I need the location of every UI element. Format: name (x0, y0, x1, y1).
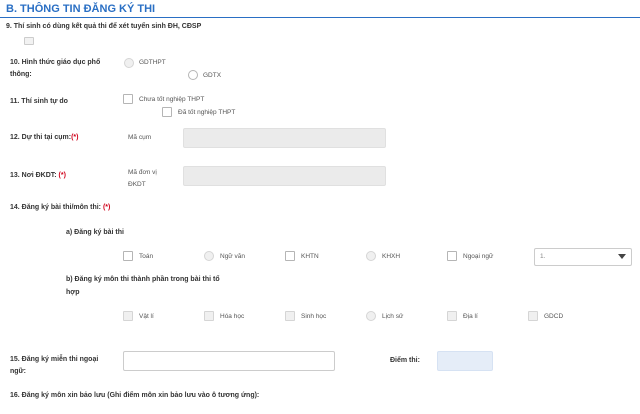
unit-code-label-line2: ĐKDT (128, 181, 146, 188)
exam-label-foreign-language: Ngoại ngữ (463, 253, 494, 260)
q12-label-text: 12. Dự thi tại cụm: (10, 134, 72, 141)
registration-form: B. THÔNG TIN ĐĂNG KÝ THI 9. Thí sinh có … (0, 0, 640, 414)
subject-label-history: Lịch sử (382, 313, 404, 320)
exam-checkbox-literature[interactable] (204, 251, 214, 261)
radio-gdthpt[interactable] (124, 58, 134, 68)
cluster-code-label: Mã cụm (128, 134, 152, 141)
subject-checkbox-civics[interactable] (528, 311, 538, 321)
section-divider (0, 17, 640, 18)
q14-required-mark: (*) (102, 204, 111, 211)
exam-label-khtn: KHTN (301, 253, 319, 260)
q16-label: 16. Đăng ký môn xin bảo lưu (Ghi điểm mô… (10, 392, 260, 399)
checkbox-not-graduated-label: Chưa tốt nghiệp THPT (139, 96, 205, 103)
q10-label-line1: 10. Hình thức giáo dục phổ (10, 59, 101, 66)
score-label: Điểm thi: (390, 357, 420, 364)
q14-label-text: 14. Đăng ký bài thi/môn thi: (10, 204, 102, 211)
q10-label-line2: thông: (10, 71, 32, 78)
subject-label-chemistry: Hóa học (220, 313, 245, 320)
q13-required-mark: (*) (58, 172, 66, 179)
subject-label-physics: Vật lí (139, 313, 154, 320)
q11-label: 11. Thí sinh tự do (10, 98, 68, 105)
section-title: B. THÔNG TIN ĐĂNG KÝ THI (6, 3, 156, 15)
subject-checkbox-biology[interactable] (285, 311, 295, 321)
chevron-down-icon (618, 254, 626, 259)
subject-label-civics: GDCD (544, 313, 564, 320)
q14b-label-line1: b) Đăng ký môn thi thành phần trong bài … (66, 276, 220, 283)
radio-gdtx-label: GDTX (203, 72, 222, 79)
q13-label-text: 13. Nơi ĐKDT: (10, 172, 57, 179)
q14b-label-line2: hợp (66, 289, 80, 296)
subject-checkbox-chemistry[interactable] (204, 311, 214, 321)
subject-label-biology: Sinh học (301, 313, 327, 320)
foreign-language-select[interactable]: 1. (534, 248, 632, 266)
unit-code-label-line1: Mã đơn vị (128, 169, 157, 176)
q9-label: 9. Thí sinh có dùng kết quả thi để xét t… (6, 23, 202, 30)
checkbox-not-graduated[interactable] (123, 94, 133, 104)
q13-label: 13. Nơi ĐKDT: (*) (10, 171, 66, 180)
radio-gdtx[interactable] (188, 70, 198, 80)
cluster-code-input[interactable] (183, 128, 386, 148)
score-input[interactable] (437, 351, 493, 371)
subject-checkbox-geography[interactable] (447, 311, 457, 321)
exam-checkbox-foreign-language[interactable] (447, 251, 457, 261)
q14a-label: a) Đăng ký bài thi (66, 229, 124, 236)
checkbox-graduated-label: Đã tốt nghiệp THPT (178, 109, 236, 116)
q9-checkbox[interactable] (24, 37, 34, 45)
exam-label-literature: Ngữ văn (220, 253, 245, 260)
radio-gdthpt-label: GDTHPT (139, 59, 166, 66)
exam-checkbox-khxh[interactable] (366, 251, 376, 261)
unit-code-input[interactable] (183, 166, 386, 186)
subject-checkbox-history[interactable] (366, 311, 376, 321)
language-exemption-input[interactable] (123, 351, 335, 371)
q12-required-mark: (*) (71, 134, 79, 141)
subject-checkbox-physics[interactable] (123, 311, 133, 321)
checkbox-graduated[interactable] (162, 107, 172, 117)
foreign-language-select-value: 1. (540, 253, 546, 260)
exam-label-khxh: KHXH (382, 253, 401, 260)
exam-checkbox-math[interactable] (123, 251, 133, 261)
q15-label-line2: ngữ: (10, 368, 26, 375)
subject-label-geography: Địa lí (463, 313, 478, 320)
q12-label: 12. Dự thi tại cụm:(*) (10, 133, 78, 142)
q15-label-line1: 15. Đăng ký miễn thi ngoại (10, 356, 99, 363)
exam-label-math: Toán (139, 253, 154, 260)
exam-checkbox-khtn[interactable] (285, 251, 295, 261)
q14-label: 14. Đăng ký bài thi/môn thi: (*) (10, 203, 110, 212)
